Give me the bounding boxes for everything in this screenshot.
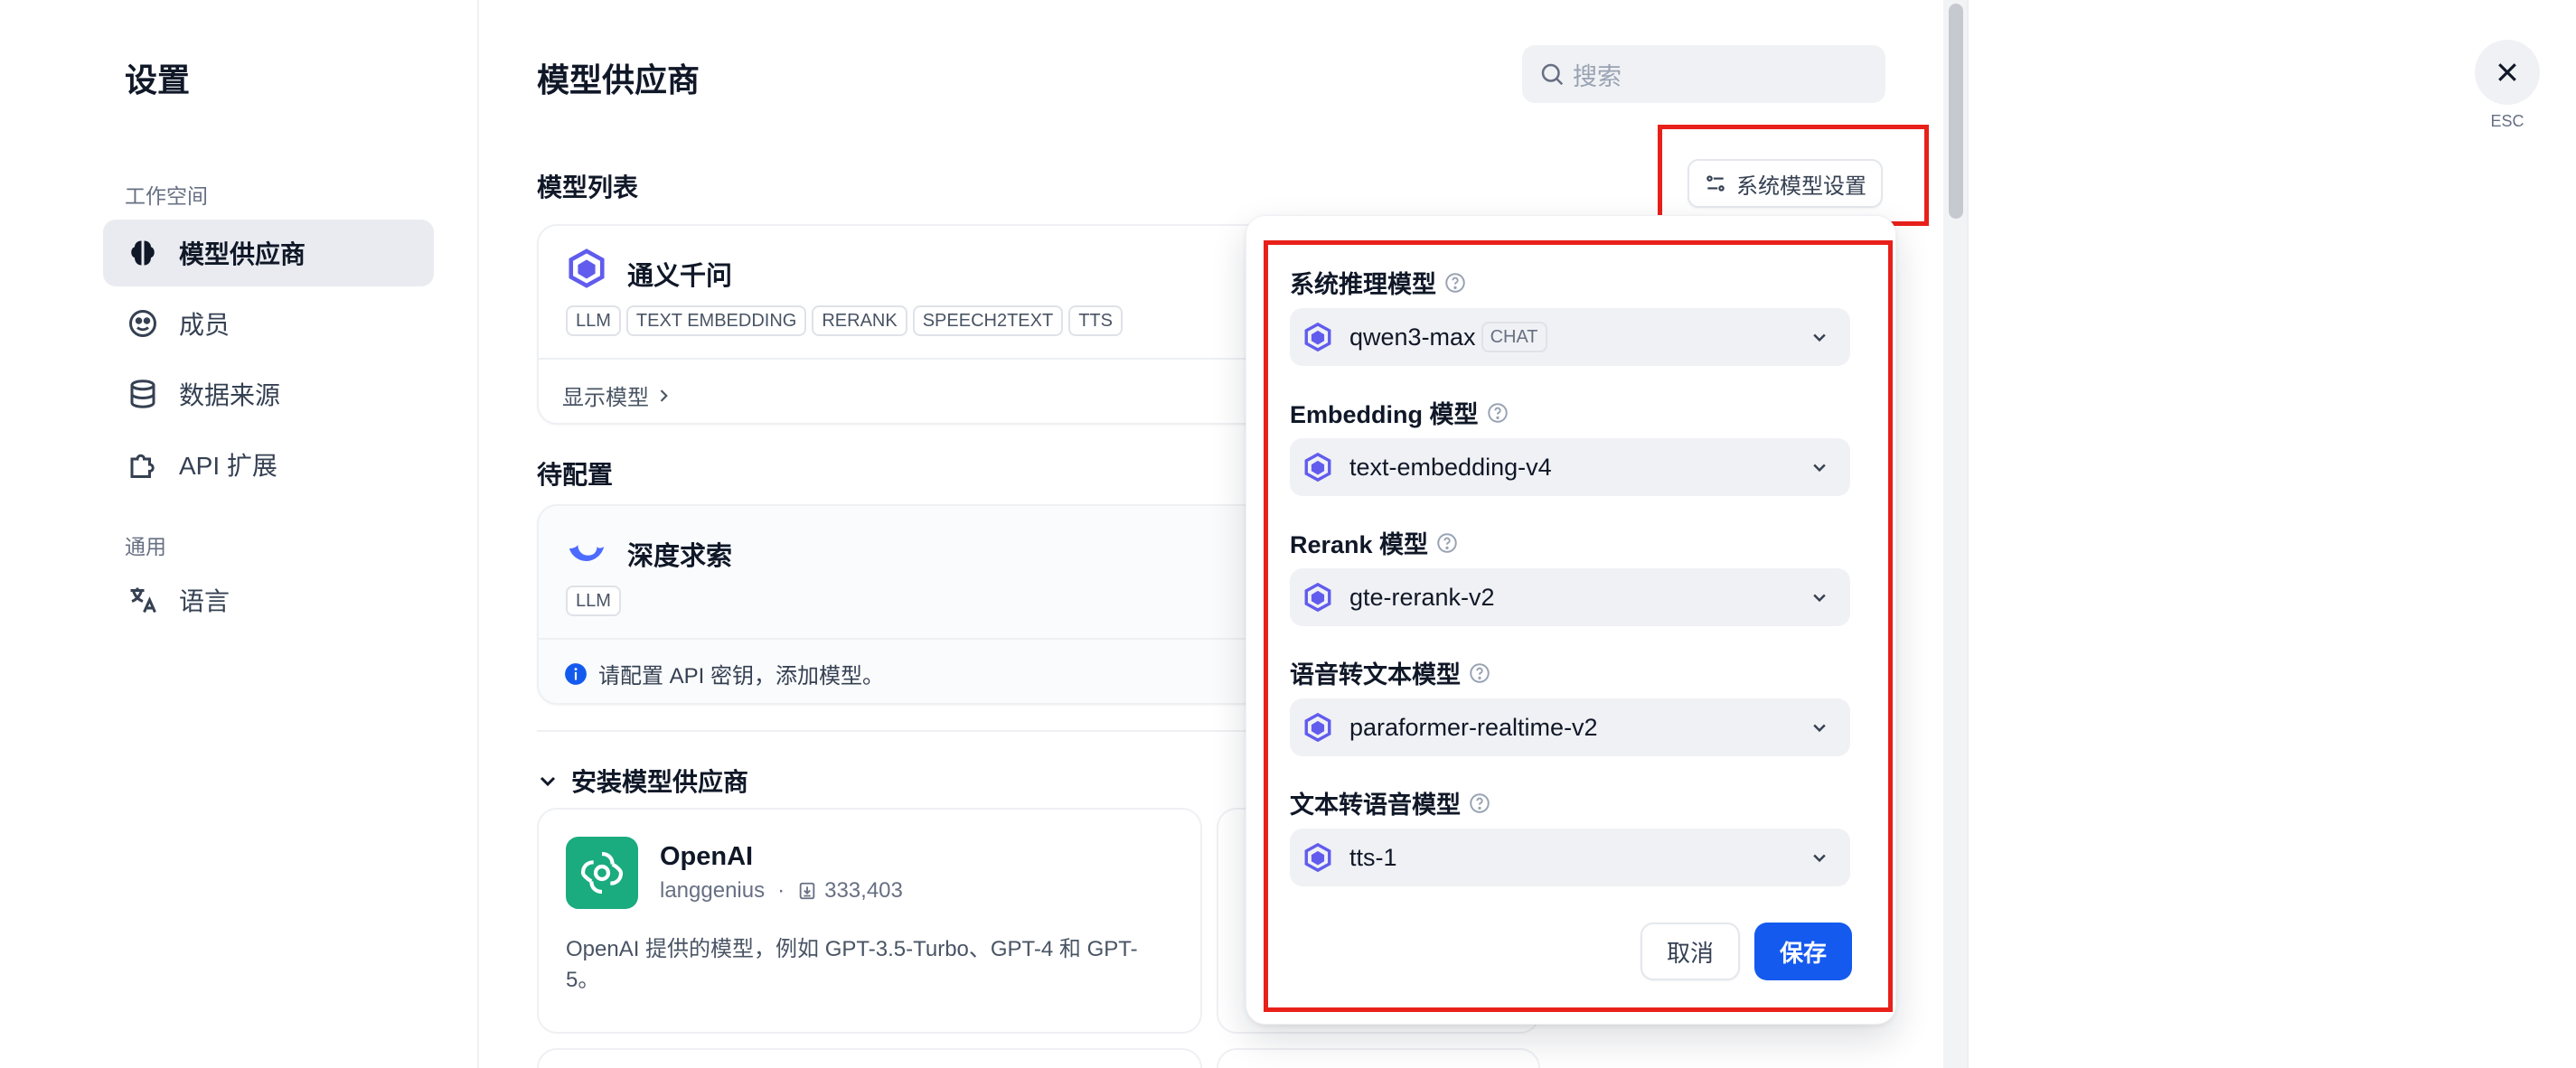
sidebar-item-label: 语言 xyxy=(179,587,230,615)
sidebar-item-label: 模型供应商 xyxy=(179,240,306,268)
install-card-openai[interactable]: OpenAI langgenius · 333,403 OpenAI 提供的模型… xyxy=(537,808,1202,1034)
tongyi-logo-icon xyxy=(566,248,607,294)
section-workspace-label: 工作空间 xyxy=(125,184,208,208)
info-icon xyxy=(565,662,587,685)
tag: TEXT EMBEDDING xyxy=(625,305,807,336)
author-label: langgenius xyxy=(660,878,766,903)
sidebar-item-label: 成员 xyxy=(179,311,230,339)
page-title: 模型供应商 xyxy=(537,61,700,98)
chevron-down-icon xyxy=(540,776,556,787)
search-placeholder: 搜索 xyxy=(1573,62,1622,90)
install-card-partial[interactable] xyxy=(537,1048,1202,1068)
section-general-label: 通用 xyxy=(125,535,166,558)
download-count: 333,403 xyxy=(824,878,903,903)
close-icon xyxy=(2498,63,2516,81)
brain-icon xyxy=(131,240,155,266)
sidebar-item-label: 数据来源 xyxy=(179,381,281,409)
sidebar-item-members[interactable]: 成员 xyxy=(103,290,434,357)
tag: SPEECH2TEXT xyxy=(912,305,1064,336)
description-line: OpenAI 提供的模型，例如 GPT-3.5-Turbo、GPT-4 和 GP… xyxy=(566,937,1138,961)
provider-name: 深度求索 xyxy=(627,542,733,571)
settings-title: 设置 xyxy=(125,61,191,98)
search-input[interactable]: 搜索 xyxy=(1522,45,1885,103)
esc-label: ESC xyxy=(2490,112,2524,130)
panel-divider xyxy=(1967,0,1969,1068)
install-card-meta: langgenius · 333,403 xyxy=(660,878,903,904)
scrollbar-thumb[interactable] xyxy=(1949,4,1963,219)
show-models-label: 显示模型 xyxy=(562,386,649,410)
provider-name: 通义千问 xyxy=(627,262,733,291)
tag: TTS xyxy=(1068,305,1123,336)
config-hint-text: 请配置 API 密钥，添加模型。 xyxy=(598,664,885,689)
puzzle-icon xyxy=(130,454,155,478)
tag: LLM xyxy=(566,305,621,336)
meta-separator: · xyxy=(777,878,785,903)
provider-tags: LLM TEXT EMBEDDING RERANK SPEECH2TEXT TTS xyxy=(566,305,1128,336)
sidebar-item-data-source[interactable]: 数据来源 xyxy=(103,361,434,427)
install-card-partial[interactable] xyxy=(1217,1048,1540,1068)
sidebar-item-model-provider[interactable]: 模型供应商 xyxy=(103,220,434,286)
description-line: 5。 xyxy=(566,968,600,992)
show-models-link[interactable]: 显示模型 xyxy=(562,379,672,411)
highlight-box xyxy=(1264,240,1893,1012)
chevron-right-icon xyxy=(660,389,668,402)
config-hint: 请配置 API 密钥，添加模型。 xyxy=(564,658,884,689)
tag: LLM xyxy=(566,586,621,616)
translate-icon xyxy=(130,587,156,614)
search-icon xyxy=(1541,63,1564,86)
provider-tags: LLM xyxy=(566,586,626,616)
database-icon xyxy=(130,379,155,408)
sidebar-item-label: API 扩展 xyxy=(179,452,277,480)
close-button[interactable] xyxy=(2475,40,2540,105)
highlight-box xyxy=(1658,125,1929,226)
pending-title: 待配置 xyxy=(537,461,614,489)
install-card-description: OpenAI 提供的模型，例如 GPT-3.5-Turbo、GPT-4 和 GP… xyxy=(566,934,1180,996)
tag: RERANK xyxy=(812,305,907,336)
sidebar-item-language[interactable]: 语言 xyxy=(103,567,434,633)
openai-logo-icon xyxy=(566,837,638,909)
model-list-title: 模型列表 xyxy=(537,173,639,201)
install-card-name: OpenAI xyxy=(660,842,754,871)
members-icon xyxy=(129,310,156,337)
settings-sidebar: 设置 工作空间 模型供应商 成员 数据来源 API 扩展 通用 语言 xyxy=(0,0,479,1068)
download-icon xyxy=(799,882,815,900)
install-title: 安装模型供应商 xyxy=(571,768,749,796)
sidebar-item-api-extension[interactable]: API 扩展 xyxy=(103,431,434,498)
install-section-toggle[interactable]: 安装模型供应商 xyxy=(537,763,748,799)
deepseek-whale-icon xyxy=(566,529,607,576)
